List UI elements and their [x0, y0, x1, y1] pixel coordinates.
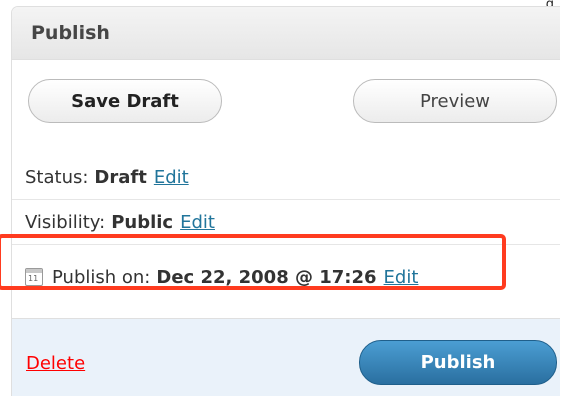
status-value: Draft [94, 166, 147, 188]
publish-on-row: 11 Publish on: Dec 22, 2008 @ 17:26 Edit [12, 245, 560, 309]
save-draft-button[interactable]: Save Draft [28, 79, 222, 123]
publish-footer: Delete Publish [12, 318, 560, 396]
visibility-row: Visibility: Public Edit [12, 200, 560, 245]
visibility-edit-link[interactable]: Edit [180, 212, 215, 233]
status-label: Status: [25, 166, 89, 188]
action-buttons-row: Save Draft Preview [12, 60, 560, 155]
panel-title: Publish [12, 7, 560, 60]
delete-link[interactable]: Delete [26, 353, 85, 374]
visibility-value: Public [111, 211, 174, 233]
visibility-label: Visibility: [25, 211, 106, 233]
publish-on-edit-link[interactable]: Edit [384, 267, 419, 288]
status-edit-link[interactable]: Edit [154, 167, 189, 188]
calendar-icon: 11 [25, 268, 43, 286]
publish-on-value: Dec 22, 2008 @ 17:26 [156, 266, 377, 288]
preview-button[interactable]: Preview [353, 79, 557, 123]
publish-button[interactable]: Publish [359, 340, 557, 385]
status-row: Status: Draft Edit [12, 155, 560, 200]
publish-on-label: Publish on: [52, 266, 151, 288]
publish-panel: Publish Save Draft Preview Status: Draft… [11, 6, 560, 396]
